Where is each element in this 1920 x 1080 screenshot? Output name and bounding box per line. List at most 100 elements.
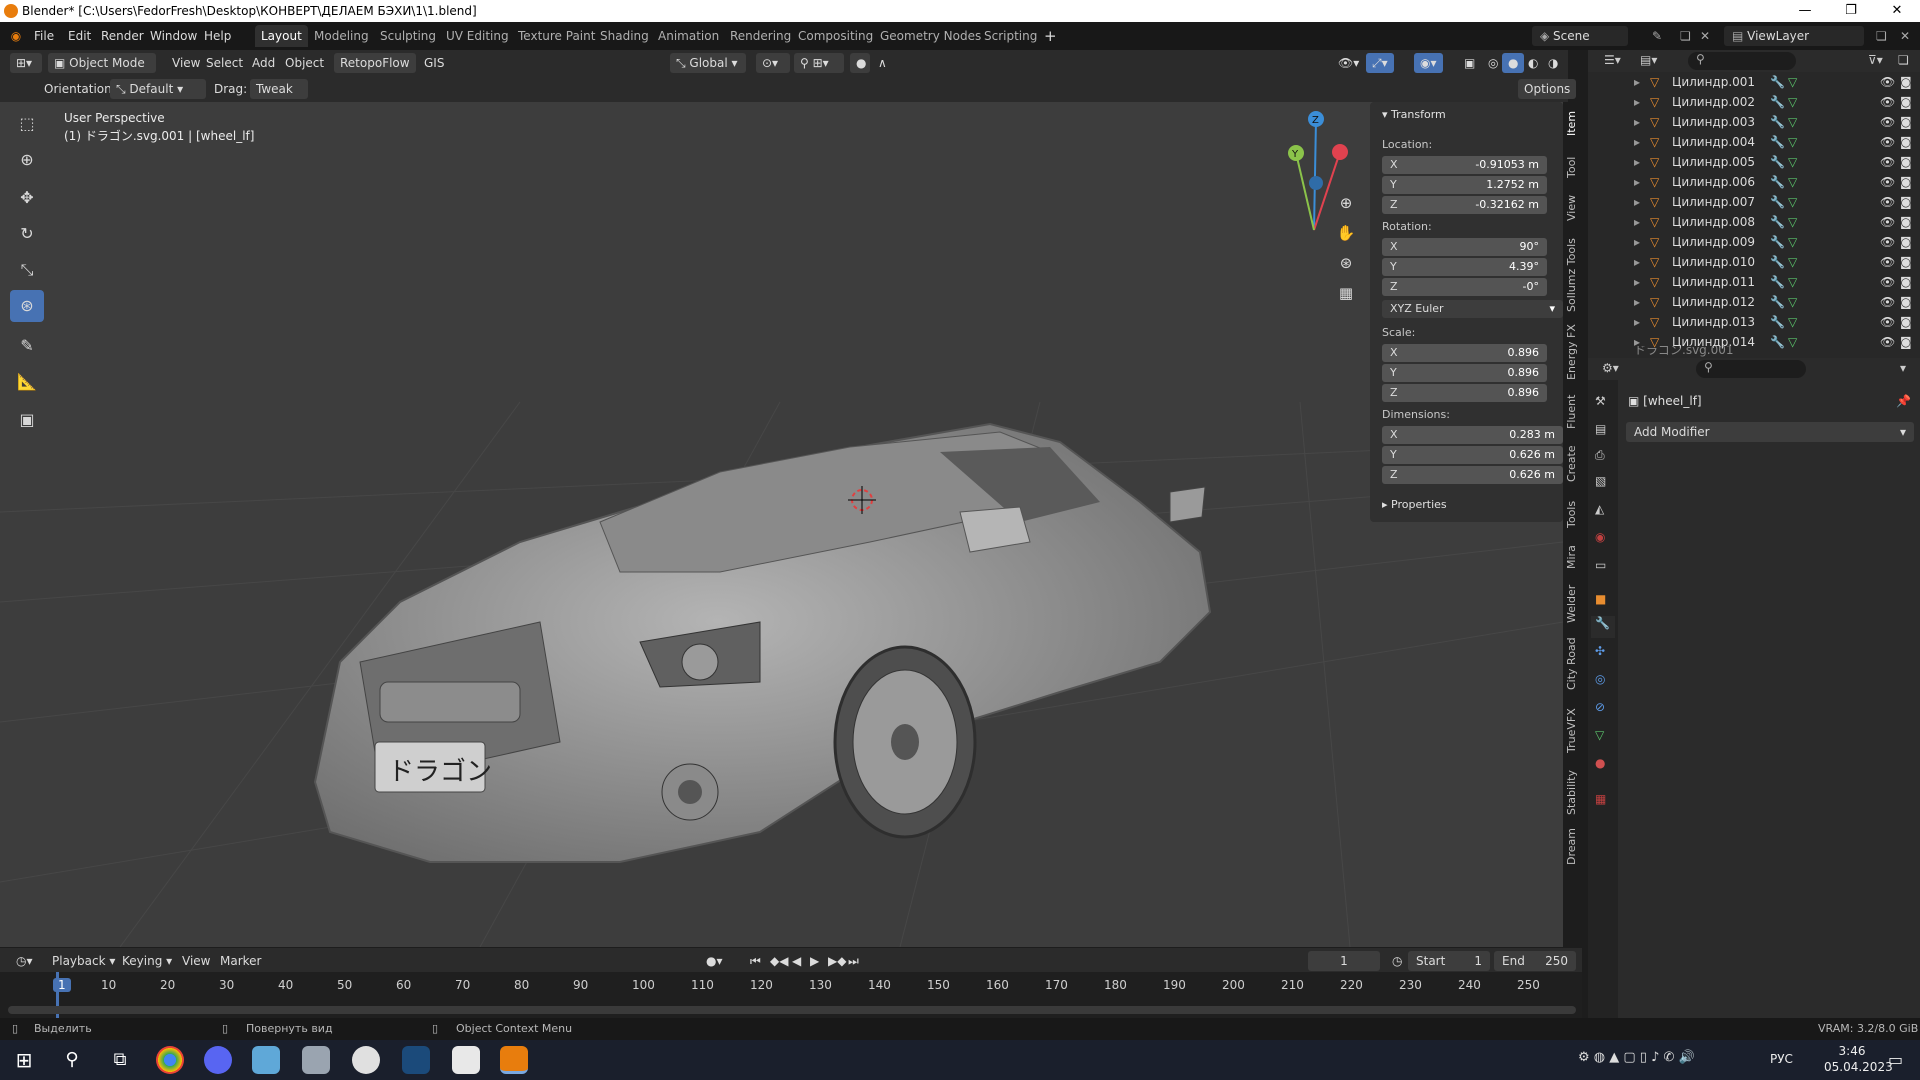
- add-modifier-dropdown[interactable]: Add Modifier ▾: [1626, 422, 1914, 442]
- task-view-icon[interactable]: ⧉: [106, 1046, 134, 1074]
- expand-arrow-icon[interactable]: ▸: [1634, 172, 1640, 192]
- minimize-button[interactable]: —: [1782, 0, 1828, 22]
- drag-dropdown[interactable]: Tweak ▾: [250, 79, 308, 116]
- outliner-row[interactable]: ▸ ▽ Цилиндр.011 🔧 ▽ 👁 ◙: [1588, 272, 1920, 292]
- render-camera-icon[interactable]: ◙: [1900, 272, 1912, 292]
- outliner-row[interactable]: ▸ ▽ Цилиндр.010 🔧 ▽ 👁 ◙: [1588, 252, 1920, 272]
- tab-tool[interactable]: Tool: [1565, 152, 1581, 182]
- tab-create[interactable]: Create: [1565, 444, 1581, 484]
- properties-options-icon[interactable]: ▾: [1900, 361, 1906, 375]
- outliner-row[interactable]: ▸ ▽ Цилиндр.013 🔧 ▽ 👁 ◙: [1588, 312, 1920, 332]
- mesh-data-icon[interactable]: ▽: [1788, 72, 1797, 92]
- mode-dropdown[interactable]: ▣ Object Mode ▾: [48, 53, 156, 90]
- scene-tab-icon[interactable]: ◭: [1595, 502, 1604, 516]
- notifications-icon[interactable]: ▭: [1888, 1050, 1903, 1069]
- tab-compositing[interactable]: Compositing: [792, 25, 879, 47]
- transform-tool-icon[interactable]: ⊛: [10, 290, 44, 322]
- scene-selector[interactable]: ◈ Scene: [1532, 26, 1628, 46]
- tab-shading[interactable]: Shading: [594, 25, 655, 47]
- render-camera-icon[interactable]: ◙: [1900, 132, 1912, 152]
- tab-sollumz-tools[interactable]: Sollumz Tools: [1565, 236, 1581, 314]
- tab-tools[interactable]: Tools: [1565, 496, 1581, 532]
- render-camera-icon[interactable]: ◙: [1900, 252, 1912, 272]
- pan-hand-icon[interactable]: ✋: [1334, 224, 1358, 248]
- modifier-tab-icon[interactable]: 🔧: [1591, 616, 1615, 638]
- orientation-dropdown[interactable]: ⤡ Default ▾: [110, 79, 206, 99]
- texture-tab-icon[interactable]: ▦: [1595, 792, 1606, 806]
- expand-arrow-icon[interactable]: ▸: [1634, 192, 1640, 212]
- outliner-row[interactable]: ▸ ▽ Цилиндр.006 🔧 ▽ 👁 ◙: [1588, 172, 1920, 192]
- close-button[interactable]: ✕: [1874, 0, 1920, 22]
- falloff-icon[interactable]: ∧: [872, 53, 894, 73]
- display-mode-icon[interactable]: ☰▾: [1604, 53, 1621, 67]
- tab-mira[interactable]: Mira: [1565, 542, 1581, 572]
- mesh-data-icon[interactable]: ▽: [1788, 312, 1797, 332]
- tab-layout[interactable]: Layout: [255, 25, 308, 47]
- material-tab-icon[interactable]: ●: [1595, 756, 1605, 770]
- end-frame-field[interactable]: End 250: [1494, 951, 1576, 971]
- transform-panel-header[interactable]: ▾ Transform: [1382, 108, 1446, 121]
- timeline-scrollbar[interactable]: [8, 1006, 1576, 1014]
- mesh-data-icon[interactable]: ▽: [1788, 192, 1797, 212]
- current-frame-field[interactable]: 1: [1308, 951, 1380, 971]
- pivot-dropdown[interactable]: ⊙▾: [756, 53, 790, 73]
- mesh-data-icon[interactable]: ▽: [1788, 232, 1797, 252]
- mesh-data-icon[interactable]: ▽: [1788, 172, 1797, 192]
- modifier-icon[interactable]: 🔧: [1770, 192, 1785, 212]
- render-camera-icon[interactable]: ◙: [1900, 232, 1912, 252]
- render-camera-icon[interactable]: ◙: [1900, 212, 1912, 232]
- menu-view[interactable]: View: [176, 951, 216, 971]
- menu-playback[interactable]: Playback ▾: [46, 951, 121, 971]
- expand-arrow-icon[interactable]: ▸: [1634, 152, 1640, 172]
- rendered-shading[interactable]: ◑: [1542, 53, 1564, 73]
- visibility-eye-icon[interactable]: 👁: [1880, 232, 1895, 252]
- camera-view-icon[interactable]: ⊛: [1334, 254, 1358, 278]
- collection-tab-icon[interactable]: ▭: [1595, 558, 1606, 572]
- render-tab-icon[interactable]: ▤: [1595, 422, 1606, 436]
- visibility-dropdown[interactable]: 👁▾: [1332, 53, 1365, 73]
- expand-arrow-icon[interactable]: ▸: [1634, 132, 1640, 152]
- pin-icon[interactable]: 📌: [1896, 394, 1911, 408]
- windows-start-icon[interactable]: ⊞: [10, 1046, 38, 1074]
- mesh-data-icon[interactable]: ▽: [1788, 212, 1797, 232]
- outliner-row[interactable]: ▸ ▽ Цилиндр.012 🔧 ▽ 👁 ◙: [1588, 292, 1920, 312]
- menu-edit[interactable]: Edit: [68, 27, 91, 45]
- editor-type-icon[interactable]: ⊞▾: [10, 53, 42, 73]
- scale-x-field[interactable]: X 0.896: [1382, 344, 1547, 362]
- render-camera-icon[interactable]: ◙: [1900, 152, 1912, 172]
- properties-panel-header[interactable]: ▸ Properties: [1382, 498, 1447, 511]
- visibility-eye-icon[interactable]: 👁: [1880, 212, 1895, 232]
- tab-item[interactable]: Item: [1565, 108, 1581, 138]
- data-tab-icon[interactable]: ▽: [1595, 728, 1604, 742]
- dimensions-x-field[interactable]: X 0.283 m: [1382, 426, 1563, 444]
- new-scene-icon[interactable]: ❏: [1680, 27, 1691, 45]
- rotation-mode-dropdown[interactable]: XYZ Euler ▾: [1382, 300, 1563, 318]
- outliner-row[interactable]: ▸ ▽ Цилиндр.002 🔧 ▽ 👁 ◙: [1588, 92, 1920, 112]
- dimensions-z-field[interactable]: Z 0.626 m: [1382, 466, 1563, 484]
- tab-energy-fx[interactable]: Energy FX: [1565, 324, 1581, 380]
- tab-texture-paint[interactable]: Texture Paint: [512, 25, 601, 47]
- cursor-tool-icon[interactable]: ⊕: [10, 144, 44, 176]
- visibility-eye-icon[interactable]: 👁: [1880, 152, 1895, 172]
- modifier-icon[interactable]: 🔧: [1770, 232, 1785, 252]
- outliner-partial-row[interactable]: ドラゴン.svg.001: [1588, 346, 1920, 358]
- delete-viewlayer-icon[interactable]: ✕: [1900, 27, 1910, 45]
- expand-arrow-icon[interactable]: ▸: [1634, 112, 1640, 132]
- outliner-row[interactable]: ▸ ▽ Цилиндр.009 🔧 ▽ 👁 ◙: [1588, 232, 1920, 252]
- tab-modeling[interactable]: Modeling: [308, 25, 375, 47]
- gizmo-toggle[interactable]: ⤢▾: [1366, 53, 1394, 73]
- outliner-row[interactable]: ▸ ▽ Цилиндр.007 🔧 ▽ 👁 ◙: [1588, 192, 1920, 212]
- pin-icon[interactable]: ✎: [1652, 27, 1662, 45]
- stopwatch-icon[interactable]: ◷: [1386, 951, 1408, 971]
- modifier-icon[interactable]: 🔧: [1770, 72, 1785, 92]
- outliner-row[interactable]: ▸ ▽ Цилиндр.001 🔧 ▽ 👁 ◙: [1588, 72, 1920, 92]
- outliner-row[interactable]: ▸ ▽ Цилиндр.005 🔧 ▽ 👁 ◙: [1588, 152, 1920, 172]
- menu-keying[interactable]: Keying ▾: [116, 951, 178, 971]
- rotate-tool-icon[interactable]: ↻: [10, 218, 44, 250]
- start-frame-field[interactable]: Start 1: [1408, 951, 1490, 971]
- expand-arrow-icon[interactable]: ▸: [1634, 72, 1640, 92]
- steam-icon[interactable]: [402, 1046, 430, 1074]
- chrome-icon[interactable]: [156, 1046, 184, 1074]
- expand-arrow-icon[interactable]: ▸: [1634, 272, 1640, 292]
- outliner-row[interactable]: ▸ ▽ Цилиндр.004 🔧 ▽ 👁 ◙: [1588, 132, 1920, 152]
